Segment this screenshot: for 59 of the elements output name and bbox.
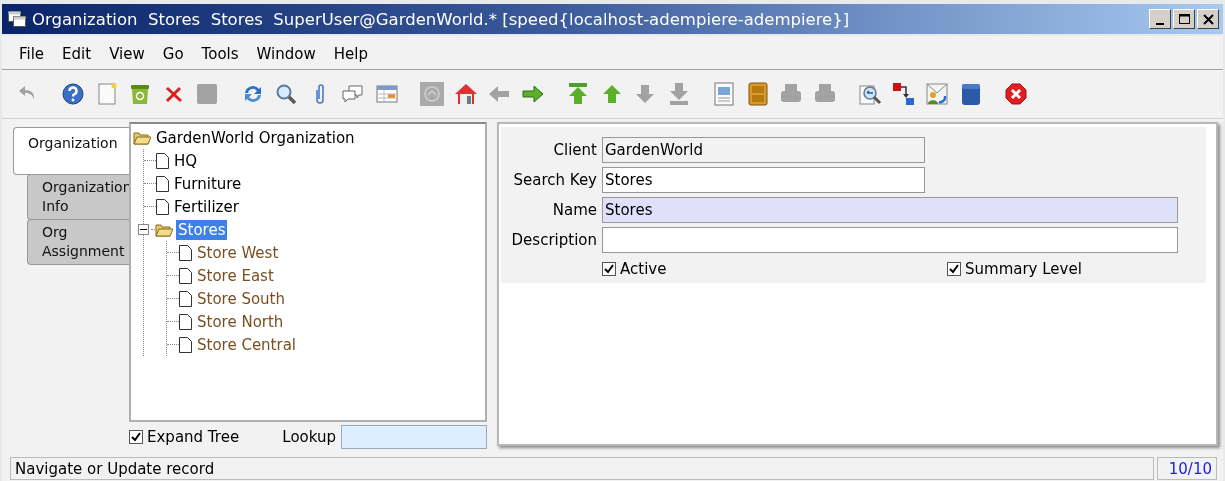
tab[interactable]: Organization Info [27,174,131,220]
tree-node[interactable]: Store West [195,242,281,263]
minimize-icon [1156,22,1164,25]
tree-node[interactable]: HQ [172,150,200,171]
home-icon[interactable] [453,82,478,106]
tree-node[interactable]: Fertilizer [172,196,241,217]
checkbox-label: Expand Tree [147,428,240,446]
maximize-button[interactable] [1173,9,1195,29]
menu-item[interactable]: View [100,44,154,63]
menu-item[interactable]: Edit [53,44,101,63]
circle-chevron-icon[interactable] [420,82,445,106]
close-icon [1202,13,1214,25]
window-title: Organization Stores Stores SuperUser@GardenWorld.* [speed{localhost-adempiere-adempiere}] [32,9,851,29]
document-icon[interactable] [712,82,737,106]
tree-node[interactable]: Store East [195,265,276,286]
tree-node[interactable]: Store Central [195,334,299,355]
checkbox-label: Active [620,260,667,278]
close-button[interactable] [1197,9,1219,29]
tree-node[interactable]: Store South [195,288,287,309]
lookup-field[interactable] [341,425,487,449]
minus-icon[interactable] [138,224,149,235]
tree-node[interactable]: GardenWorld Organization [154,127,357,148]
window-icon [8,11,26,27]
field-label: Client [552,141,597,159]
checkbox[interactable] [129,430,143,444]
right-arrow-icon[interactable] [520,82,545,106]
minimize-button[interactable] [1149,9,1171,29]
field-label: Search Key [512,171,597,189]
field-label: Lookup [282,428,336,446]
squares-arrow-icon[interactable] [891,82,916,106]
search-icon[interactable] [274,82,299,106]
record-counter: 10/10 [1157,457,1217,480]
menu-item[interactable]: Help [324,44,377,63]
stop-icon[interactable] [1004,82,1029,106]
tab[interactable]: Org Assignment [27,219,131,265]
checkbox[interactable] [947,262,961,276]
menu-item[interactable]: Go [153,44,193,63]
envelope-people-icon[interactable] [925,82,950,106]
cabinet-icon[interactable] [745,82,770,106]
tab[interactable]: Organization [13,127,131,175]
maximize-icon [1178,14,1190,24]
magnifier-arrow-icon[interactable] [858,82,883,106]
menu-item[interactable]: Window [247,44,325,63]
checkbox-label: Summary Level [965,260,1082,278]
text-field[interactable] [602,227,1178,253]
menu-item[interactable]: File [10,44,54,63]
menu-item[interactable]: Tools [192,44,248,63]
text-field[interactable]: Stores [602,197,1178,223]
text-field[interactable]: GardenWorld [602,137,925,163]
field-label: Name [551,201,597,219]
checkbox[interactable] [602,262,616,276]
tree-node[interactable]: Stores [176,219,228,240]
field-label: Description [510,231,597,249]
text-field[interactable]: Stores [602,167,925,193]
status-message: Navigate or Update record [10,457,1154,480]
tree-node[interactable]: Furniture [172,173,244,194]
tree-node[interactable]: Store North [195,311,286,332]
help-icon[interactable] [61,82,86,106]
table-icon[interactable] [374,82,399,106]
